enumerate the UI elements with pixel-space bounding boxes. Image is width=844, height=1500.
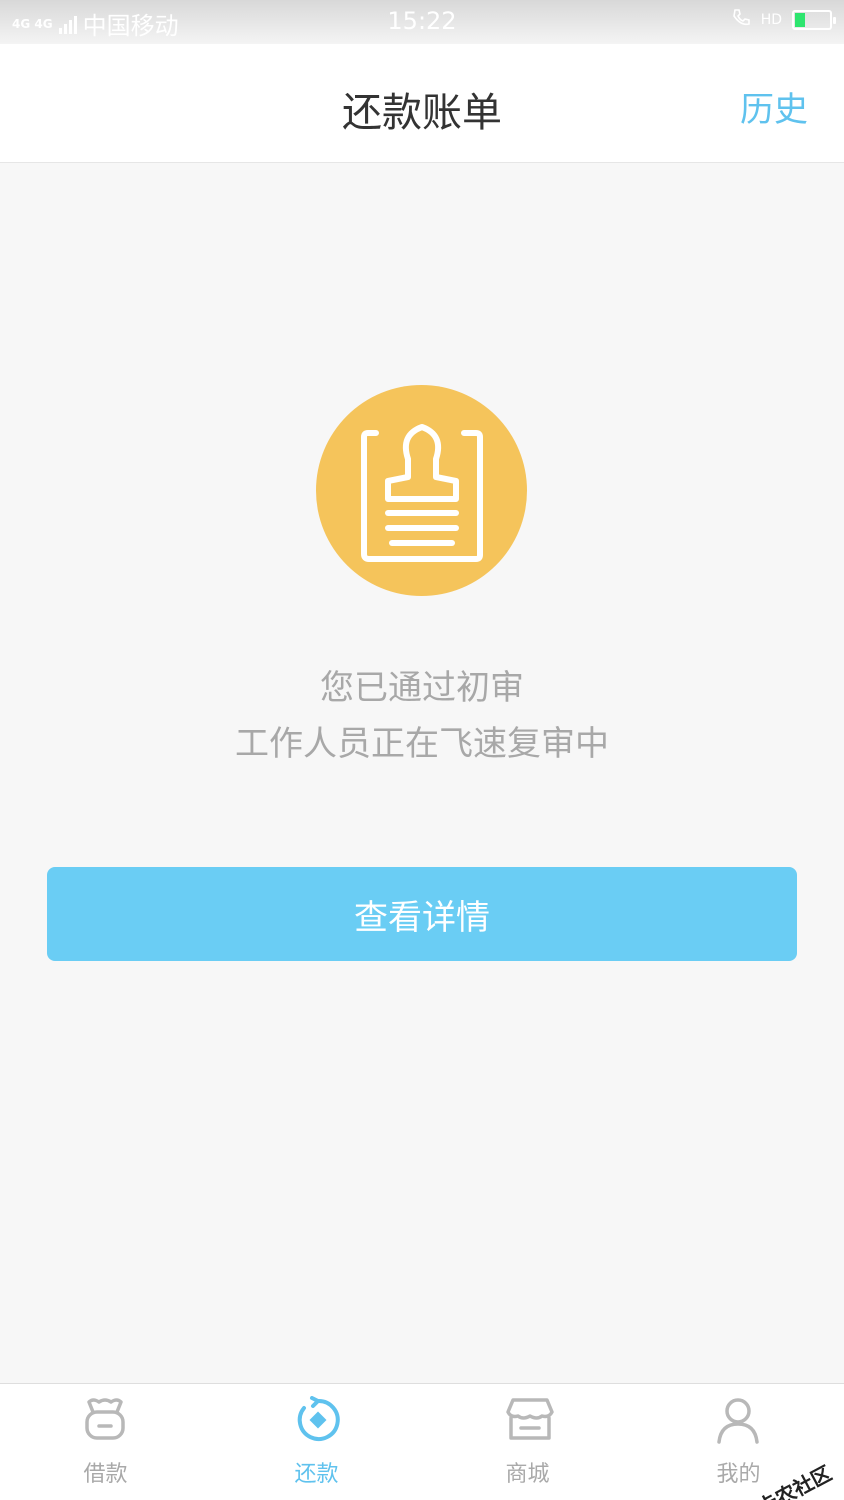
status-bar-right: HD: [731, 8, 836, 32]
bag-icon: [85, 1398, 125, 1440]
bottom-tab-bar: 借款 还款 商城 我的 卡农社区: [0, 1383, 844, 1500]
hd-indicator: HD: [760, 12, 782, 28]
review-message-line1: 您已通过初审: [320, 668, 524, 708]
tab-borrow[interactable]: 借款: [0, 1384, 211, 1500]
profile-icon: [717, 1398, 759, 1444]
status-time: 15:22: [387, 7, 457, 35]
tab-repay[interactable]: 还款: [211, 1384, 422, 1500]
tab-borrow-label: 借款: [83, 1462, 128, 1487]
history-link[interactable]: 历史: [740, 82, 808, 131]
call-icon: [731, 8, 751, 32]
nav-header: 还款账单 历史: [0, 44, 844, 163]
tab-mall[interactable]: 商城: [422, 1384, 633, 1500]
review-stamp-icon: [316, 385, 527, 596]
tab-mall-label: 商城: [505, 1462, 550, 1487]
status-bar: 4G 4G 中国移动 15:22 HD: [0, 0, 844, 44]
page-title: 还款账单: [342, 90, 502, 136]
review-message-line2: 工作人员正在飞速复审中: [235, 724, 609, 764]
tab-repay-label: 还款: [294, 1462, 339, 1487]
repay-icon: [297, 1396, 340, 1441]
battery-icon: [792, 10, 836, 30]
store-icon: [506, 1398, 554, 1440]
view-details-button[interactable]: 查看详情: [47, 867, 797, 961]
repayment-bill-screen: 4G 4G 中国移动 15:22 HD 还款账单 历史 您已通过初审 工作人员正…: [0, 0, 844, 1500]
